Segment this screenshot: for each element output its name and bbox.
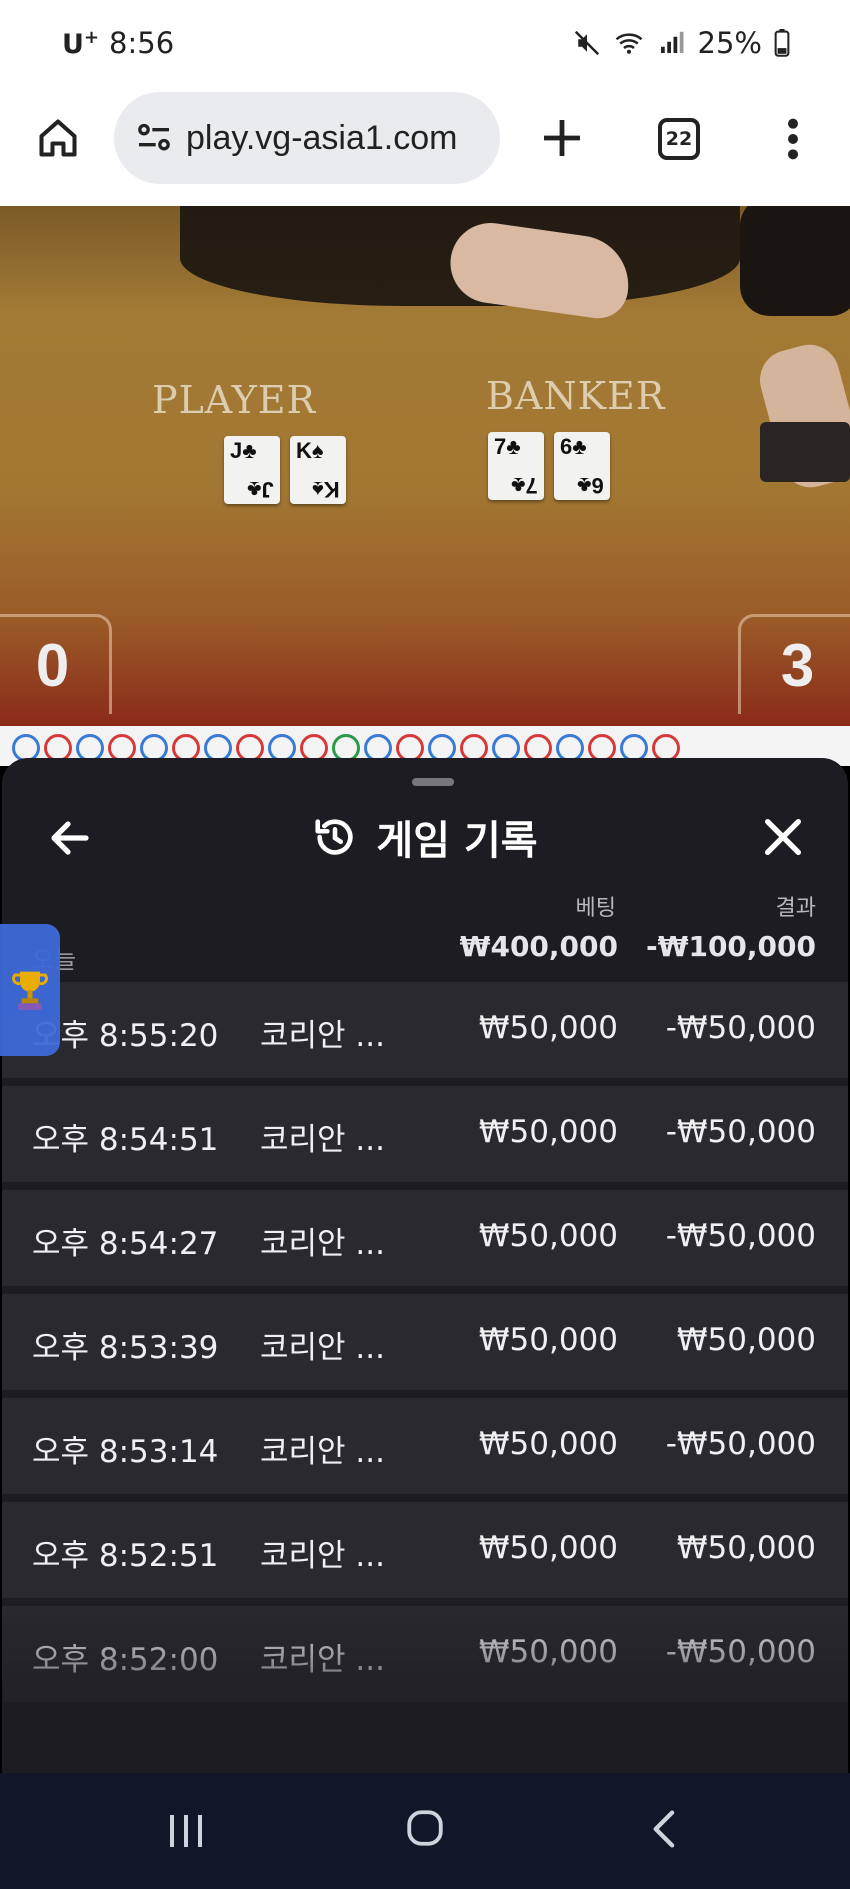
more-vert-icon[interactable] <box>780 116 806 162</box>
row-time: 오후 8:54:51 <box>32 1122 219 1158</box>
carrier-label: U+ <box>62 26 100 60</box>
row-game: 코리안 ... <box>260 1434 385 1470</box>
row-result: -₩50,000 <box>665 1634 816 1670</box>
row-game: 코리안 ... <box>260 1642 385 1678</box>
status-left: U+ 8:56 <box>62 26 174 60</box>
row-bet: ₩50,000 <box>478 1322 618 1358</box>
recent-apps-icon[interactable] <box>166 1813 206 1849</box>
row-time: 오후 8:52:51 <box>32 1538 219 1574</box>
history-row[interactable]: 오후 8:53:14 코리안 ... ₩50,000 -₩50,000 <box>2 1398 848 1494</box>
banker-card-2: 6♣ 6♣ <box>554 432 610 500</box>
banker-card-1: 7♣ 7♣ <box>488 432 544 500</box>
row-bet: ₩50,000 <box>478 1114 618 1150</box>
mute-icon <box>574 30 599 56</box>
sheet-title: 게임 기록 <box>376 818 538 864</box>
banker-label: BANKER <box>486 374 666 418</box>
row-time: 오후 8:54:27 <box>32 1226 219 1262</box>
game-history-sheet: 게임 기록 베팅 결과 오늘 ₩400,000 -₩100,000 오후 8:5… <box>2 758 848 1773</box>
wifi-icon <box>615 33 642 54</box>
history-icon <box>315 819 354 855</box>
clock: 8:56 <box>109 26 175 60</box>
back-button-icon[interactable] <box>650 1809 676 1849</box>
row-game: 코리안 ... <box>260 1538 385 1574</box>
row-result: ₩50,000 <box>676 1322 816 1358</box>
row-result: -₩50,000 <box>665 1218 816 1254</box>
battery-icon <box>774 29 790 57</box>
dealer-sleeve <box>740 206 850 316</box>
row-bet: ₩50,000 <box>478 1634 618 1670</box>
row-result: -₩50,000 <box>665 1114 816 1150</box>
total-bet: ₩400,000 <box>459 930 618 963</box>
signal-icon <box>660 31 684 53</box>
battery-percent: 25% <box>697 26 762 60</box>
live-game-view[interactable]: PLAYER BANKER J♣ J♣ K♠ K♠ 7♣ 7♣ 6♣ 6♣ 0 … <box>0 206 850 726</box>
sheet-drag-handle[interactable] <box>412 778 454 786</box>
row-bet: ₩50,000 <box>478 1530 618 1566</box>
column-header-result: 결과 <box>775 896 816 921</box>
banker-score: 3 <box>738 614 850 714</box>
history-row[interactable]: 오후 8:54:27 코리안 ... ₩50,000 -₩50,000 <box>2 1190 848 1286</box>
plus-icon[interactable] <box>538 114 586 162</box>
player-score: 0 <box>0 614 112 714</box>
history-row[interactable]: 오후 8:55:20 코리안 ... ₩50,000 -₩50,000 <box>2 982 848 1078</box>
history-row[interactable]: 오후 8:54:51 코리안 ... ₩50,000 -₩50,000 <box>2 1086 848 1182</box>
browser-toolbar: play.vg-asia1.com 22 <box>0 86 850 206</box>
row-time: 오후 8:53:39 <box>32 1330 219 1366</box>
row-game: 코리안 ... <box>260 1330 385 1366</box>
status-right: 25% <box>572 26 790 60</box>
system-nav-bar <box>0 1773 850 1889</box>
tab-switcher-button[interactable]: 22 <box>658 118 700 160</box>
player-card-1: J♣ J♣ <box>224 436 280 504</box>
home-button-icon[interactable] <box>404 1807 446 1849</box>
row-result: -₩50,000 <box>665 1426 816 1462</box>
row-bet: ₩50,000 <box>478 1218 618 1254</box>
sheet-header: 게임 기록 <box>2 808 848 866</box>
player-card-2: K♠ K♠ <box>290 436 346 504</box>
row-time: 오후 8:53:14 <box>32 1434 219 1470</box>
row-result: ₩50,000 <box>676 1530 816 1566</box>
address-bar[interactable]: play.vg-asia1.com <box>114 92 500 184</box>
row-bet: ₩50,000 <box>478 1010 618 1046</box>
home-icon[interactable] <box>36 116 80 160</box>
card-shoe <box>760 422 850 482</box>
leaderboard-tab[interactable] <box>0 924 60 1056</box>
status-bar: U+ 8:56 25% <box>0 0 850 86</box>
tune-icon[interactable] <box>134 118 174 158</box>
trophy-icon <box>12 971 48 1010</box>
row-game: 코리안 ... <box>260 1018 385 1054</box>
row-result: -₩50,000 <box>665 1010 816 1046</box>
url-text: play.vg-asia1.com <box>186 118 458 157</box>
player-label: PLAYER <box>152 378 317 422</box>
total-result: -₩100,000 <box>645 930 816 963</box>
row-time: 오후 8:52:00 <box>32 1642 219 1678</box>
row-bet: ₩50,000 <box>478 1426 618 1462</box>
close-icon[interactable] <box>760 814 806 860</box>
row-game: 코리안 ... <box>260 1226 385 1262</box>
history-row[interactable]: 오후 8:53:39 코리안 ... ₩50,000 ₩50,000 <box>2 1294 848 1390</box>
column-header-bet: 베팅 <box>575 896 616 921</box>
history-row[interactable]: 오후 8:52:51 코리안 ... ₩50,000 ₩50,000 <box>2 1502 848 1598</box>
row-game: 코리안 ... <box>260 1122 385 1158</box>
history-row[interactable]: 오후 8:52:00 코리안 ... ₩50,000 -₩50,000 <box>2 1606 848 1702</box>
